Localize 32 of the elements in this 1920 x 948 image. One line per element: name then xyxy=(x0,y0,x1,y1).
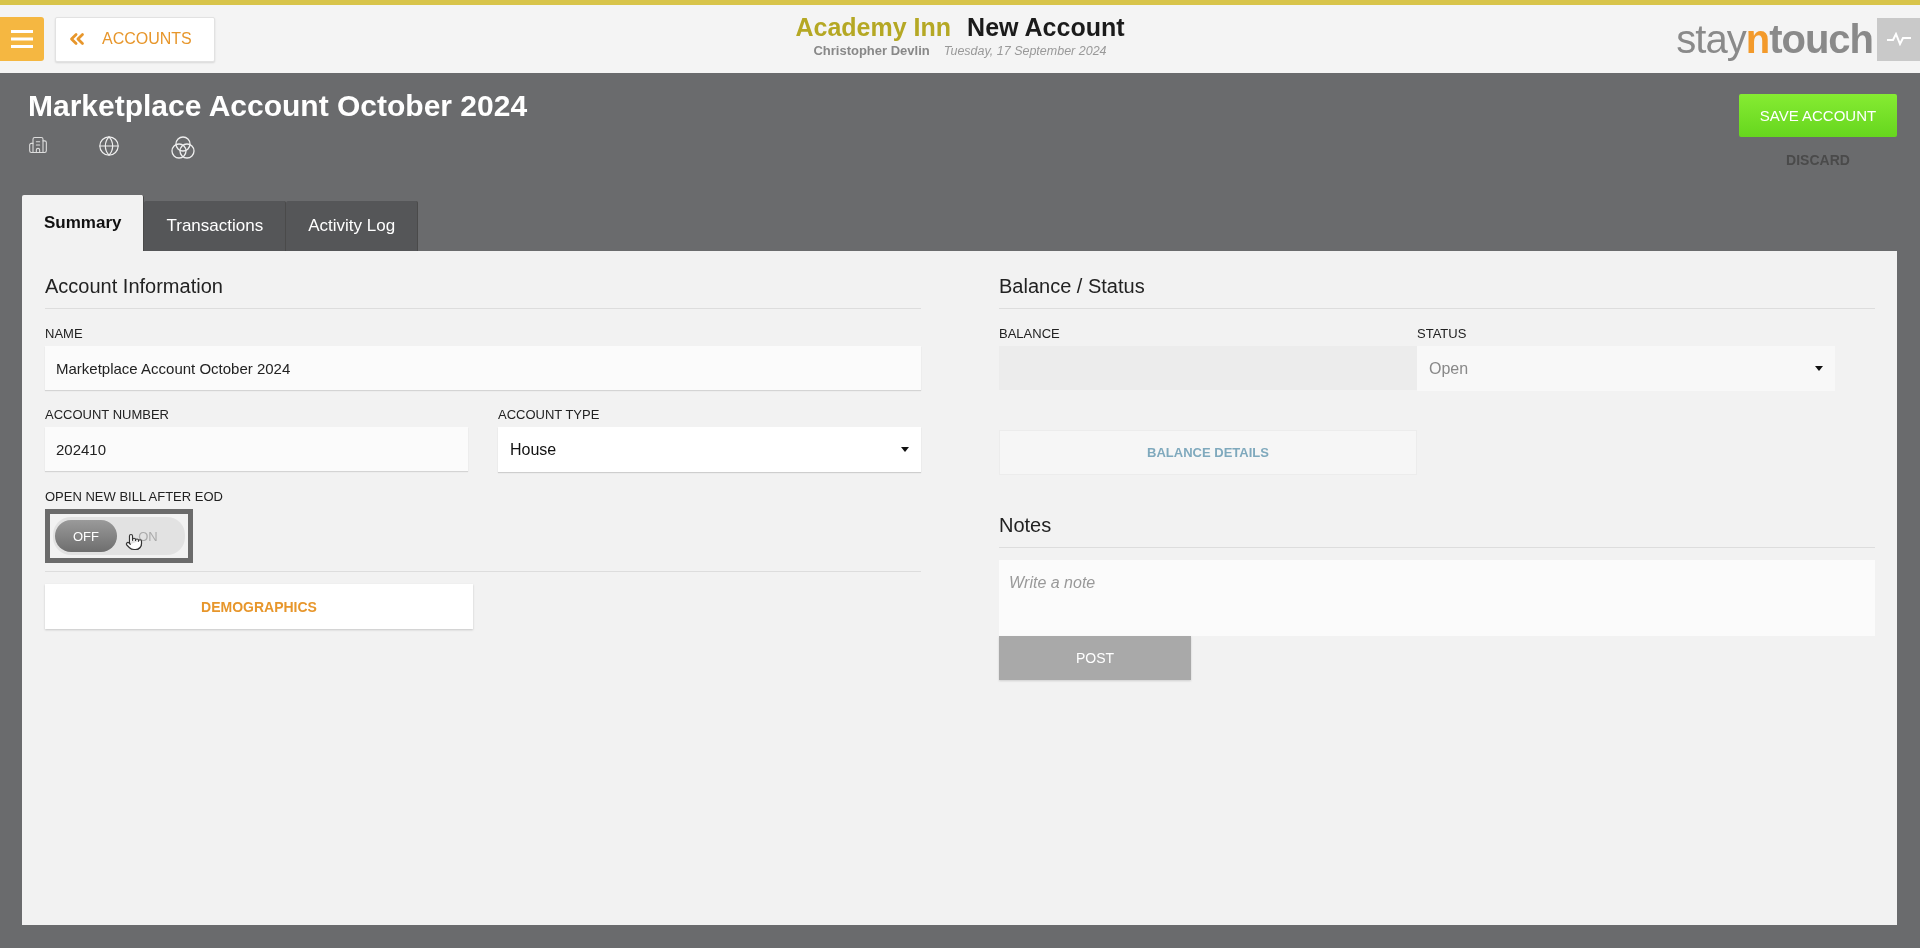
tab[interactable]: Transactions xyxy=(144,201,287,251)
section-heading: Balance / Status xyxy=(999,271,1875,309)
on-off-toggle[interactable]: OFF ON xyxy=(45,509,193,563)
field-label: NAME xyxy=(45,326,84,341)
business-date: Tuesday, 17 September 2024 xyxy=(943,44,1107,58)
account-type-select[interactable]: House xyxy=(498,427,921,472)
accounts-back-button[interactable]: ACCOUNTS xyxy=(55,16,215,62)
section-heading: Notes xyxy=(999,510,1875,548)
caret-icon xyxy=(1815,366,1823,371)
field-label: BALANCE xyxy=(999,326,1061,341)
page-title: New Account xyxy=(967,13,1125,42)
menu-icon xyxy=(11,30,33,48)
user-name: Christopher Devlin xyxy=(813,43,930,58)
tab[interactable]: Activity Log xyxy=(286,201,419,251)
tab[interactable]: Summary xyxy=(22,195,145,251)
overlapping-circles-icon[interactable] xyxy=(170,135,196,161)
demographics-button[interactable]: DEMOGRAPHICS xyxy=(45,584,473,629)
field-label: OPEN NEW BILL AFTER EOD xyxy=(45,489,224,504)
name-field[interactable]: Marketplace Account October 2024 xyxy=(45,346,921,390)
caret-icon xyxy=(901,447,909,452)
account-title: Marketplace Account October 2024 xyxy=(28,89,528,123)
logo: stayntouch xyxy=(1676,16,1873,62)
pulse-icon xyxy=(1885,32,1912,46)
section-heading: Account Information xyxy=(45,271,921,309)
field-label: ACCOUNT NUMBER xyxy=(45,407,170,422)
account-number-field[interactable]: 202410 xyxy=(45,427,468,471)
note-field[interactable]: Write a note xyxy=(999,560,1875,636)
field-label: STATUS xyxy=(1417,326,1468,341)
field-label: ACCOUNT TYPE xyxy=(498,407,601,422)
hotel-name: Academy Inn xyxy=(795,13,952,42)
globe-icon[interactable] xyxy=(98,135,120,157)
building-icon[interactable] xyxy=(28,135,48,155)
